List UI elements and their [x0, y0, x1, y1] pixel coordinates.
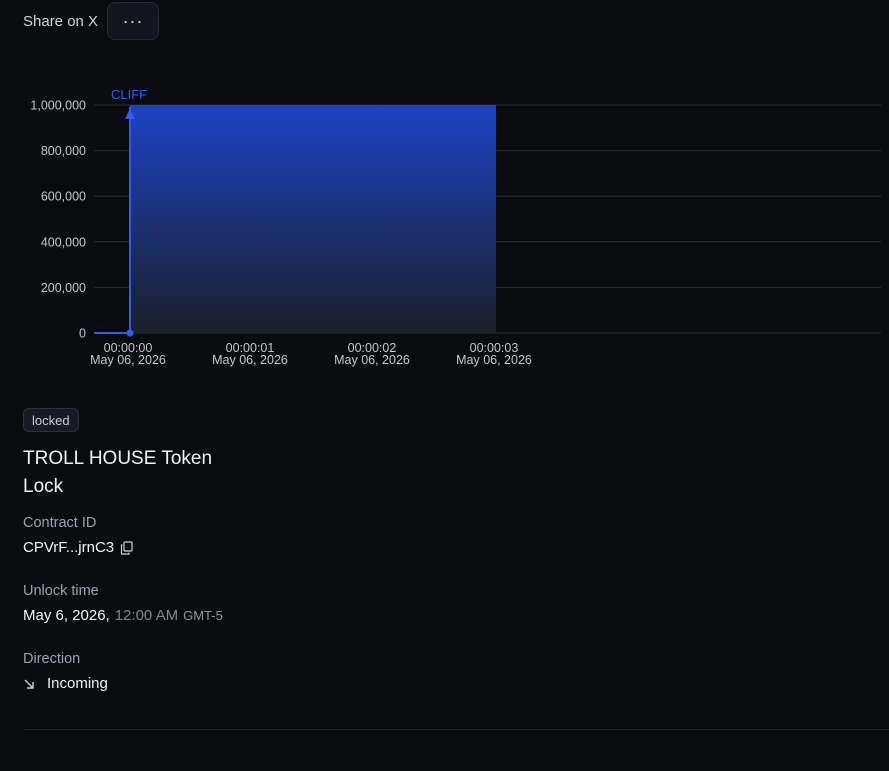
copy-icon[interactable] [120, 540, 133, 555]
arrow-down-right-icon [23, 678, 39, 690]
cliff-point [126, 329, 134, 337]
more-options-button[interactable]: ··· [107, 2, 160, 40]
y-tick-label: 400,000 [41, 235, 86, 249]
page-title: TROLL HOUSE Token Lock [23, 448, 213, 497]
unlock-time-row: May 6, 2026, 12:00 AM GMT-5 [23, 607, 223, 624]
direction-row: Incoming [23, 675, 108, 692]
top-actions: Share on X ··· [23, 1, 160, 41]
y-tick-label: 800,000 [41, 144, 86, 158]
y-tick-label: 200,000 [41, 281, 86, 295]
direction-value: Incoming [47, 675, 108, 692]
direction-label: Direction [23, 651, 81, 667]
unlock-timezone: GMT-5 [183, 608, 223, 623]
x-tick-date-label: May 06, 2026 [212, 353, 288, 367]
share-on-x-link[interactable]: Share on X [23, 13, 98, 30]
unlock-time-label: Unlock time [23, 583, 99, 599]
contract-id-row: CPVrF...jrnC3 [23, 539, 133, 556]
contract-id-value: CPVrF...jrnC3 [23, 539, 115, 556]
vesting-chart: 0200,000400,000600,000800,0001,000,000 0… [30, 87, 881, 367]
y-tick-label: 600,000 [41, 190, 86, 204]
y-tick-label: 0 [79, 327, 86, 341]
x-tick-date-label: May 06, 2026 [334, 353, 410, 367]
x-tick-date-label: May 06, 2026 [456, 353, 532, 367]
status-badge: locked [23, 408, 79, 432]
contract-id-label: Contract ID [23, 515, 97, 531]
y-tick-label: 1,000,000 [30, 99, 86, 113]
x-tick-date-label: May 06, 2026 [90, 353, 166, 367]
more-dots-icon: ··· [122, 10, 144, 31]
cliff-annotation: CLIFF [111, 87, 147, 102]
unlock-date: May 6, 2026, [23, 607, 110, 624]
vesting-area [130, 105, 496, 333]
section-divider [23, 729, 889, 730]
unlock-clock: 12:00 AM [114, 607, 179, 624]
